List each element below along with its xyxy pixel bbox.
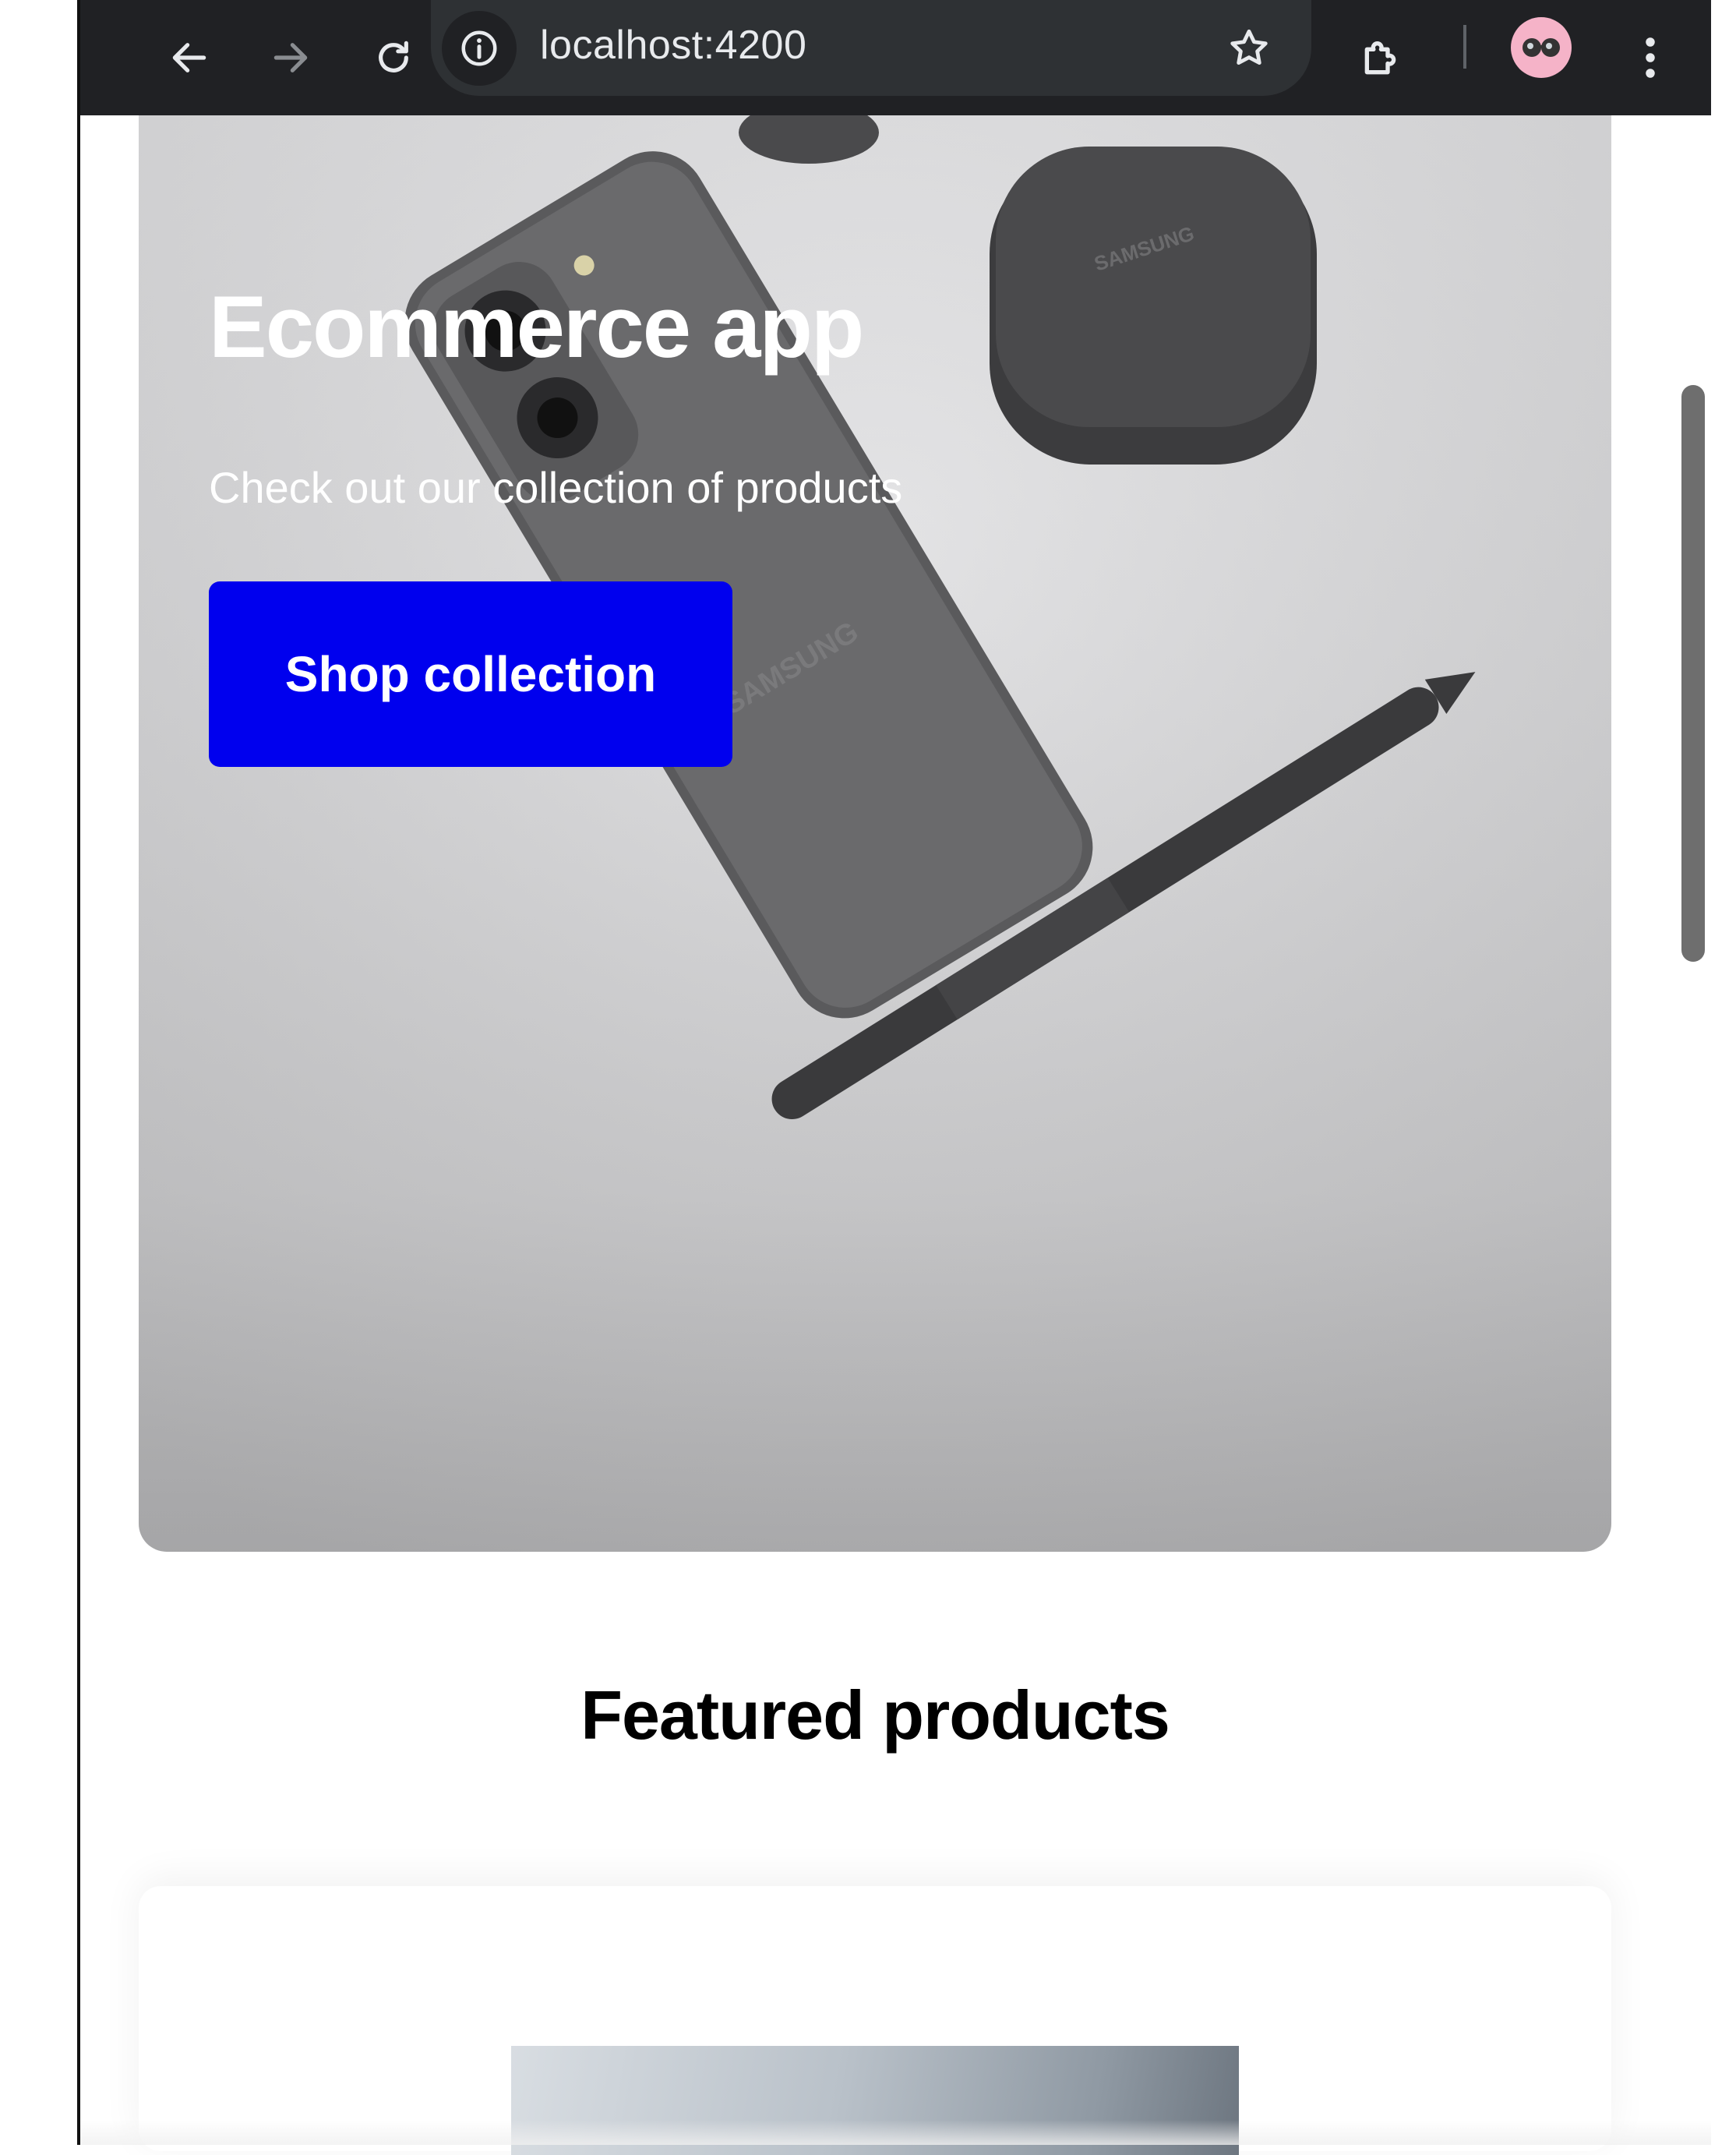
toolbar-divider bbox=[1463, 25, 1466, 69]
hero-banner: SAMSUNG SAMSUNG Ecommerce app Check out … bbox=[139, 115, 1611, 1552]
hero-title: Ecommerce app bbox=[209, 278, 864, 376]
reload-icon[interactable] bbox=[355, 19, 432, 97]
product-card[interactable] bbox=[139, 1886, 1611, 2155]
window-left-edge bbox=[0, 0, 80, 2145]
arrow-left-icon[interactable] bbox=[150, 19, 228, 97]
kebab-menu-icon[interactable] bbox=[1611, 19, 1689, 97]
star-icon[interactable] bbox=[1218, 17, 1280, 79]
info-icon[interactable] bbox=[442, 11, 517, 86]
puzzle-icon[interactable] bbox=[1343, 19, 1420, 97]
scrollbar-thumb[interactable] bbox=[1681, 385, 1705, 962]
browser-toolbar: localhost:4200 bbox=[80, 0, 1711, 115]
url-text[interactable]: localhost:4200 bbox=[540, 22, 806, 69]
address-bar[interactable]: localhost:4200 bbox=[431, 0, 1311, 96]
featured-products-heading: Featured products bbox=[580, 1676, 1170, 1754]
hero-subtitle: Check out our collection of products bbox=[209, 463, 903, 512]
window-bottom-edge bbox=[80, 2120, 1711, 2145]
avatar-icon[interactable] bbox=[1511, 17, 1572, 78]
shop-collection-button[interactable]: Shop collection bbox=[209, 581, 732, 767]
arrow-right-icon[interactable] bbox=[252, 19, 330, 97]
